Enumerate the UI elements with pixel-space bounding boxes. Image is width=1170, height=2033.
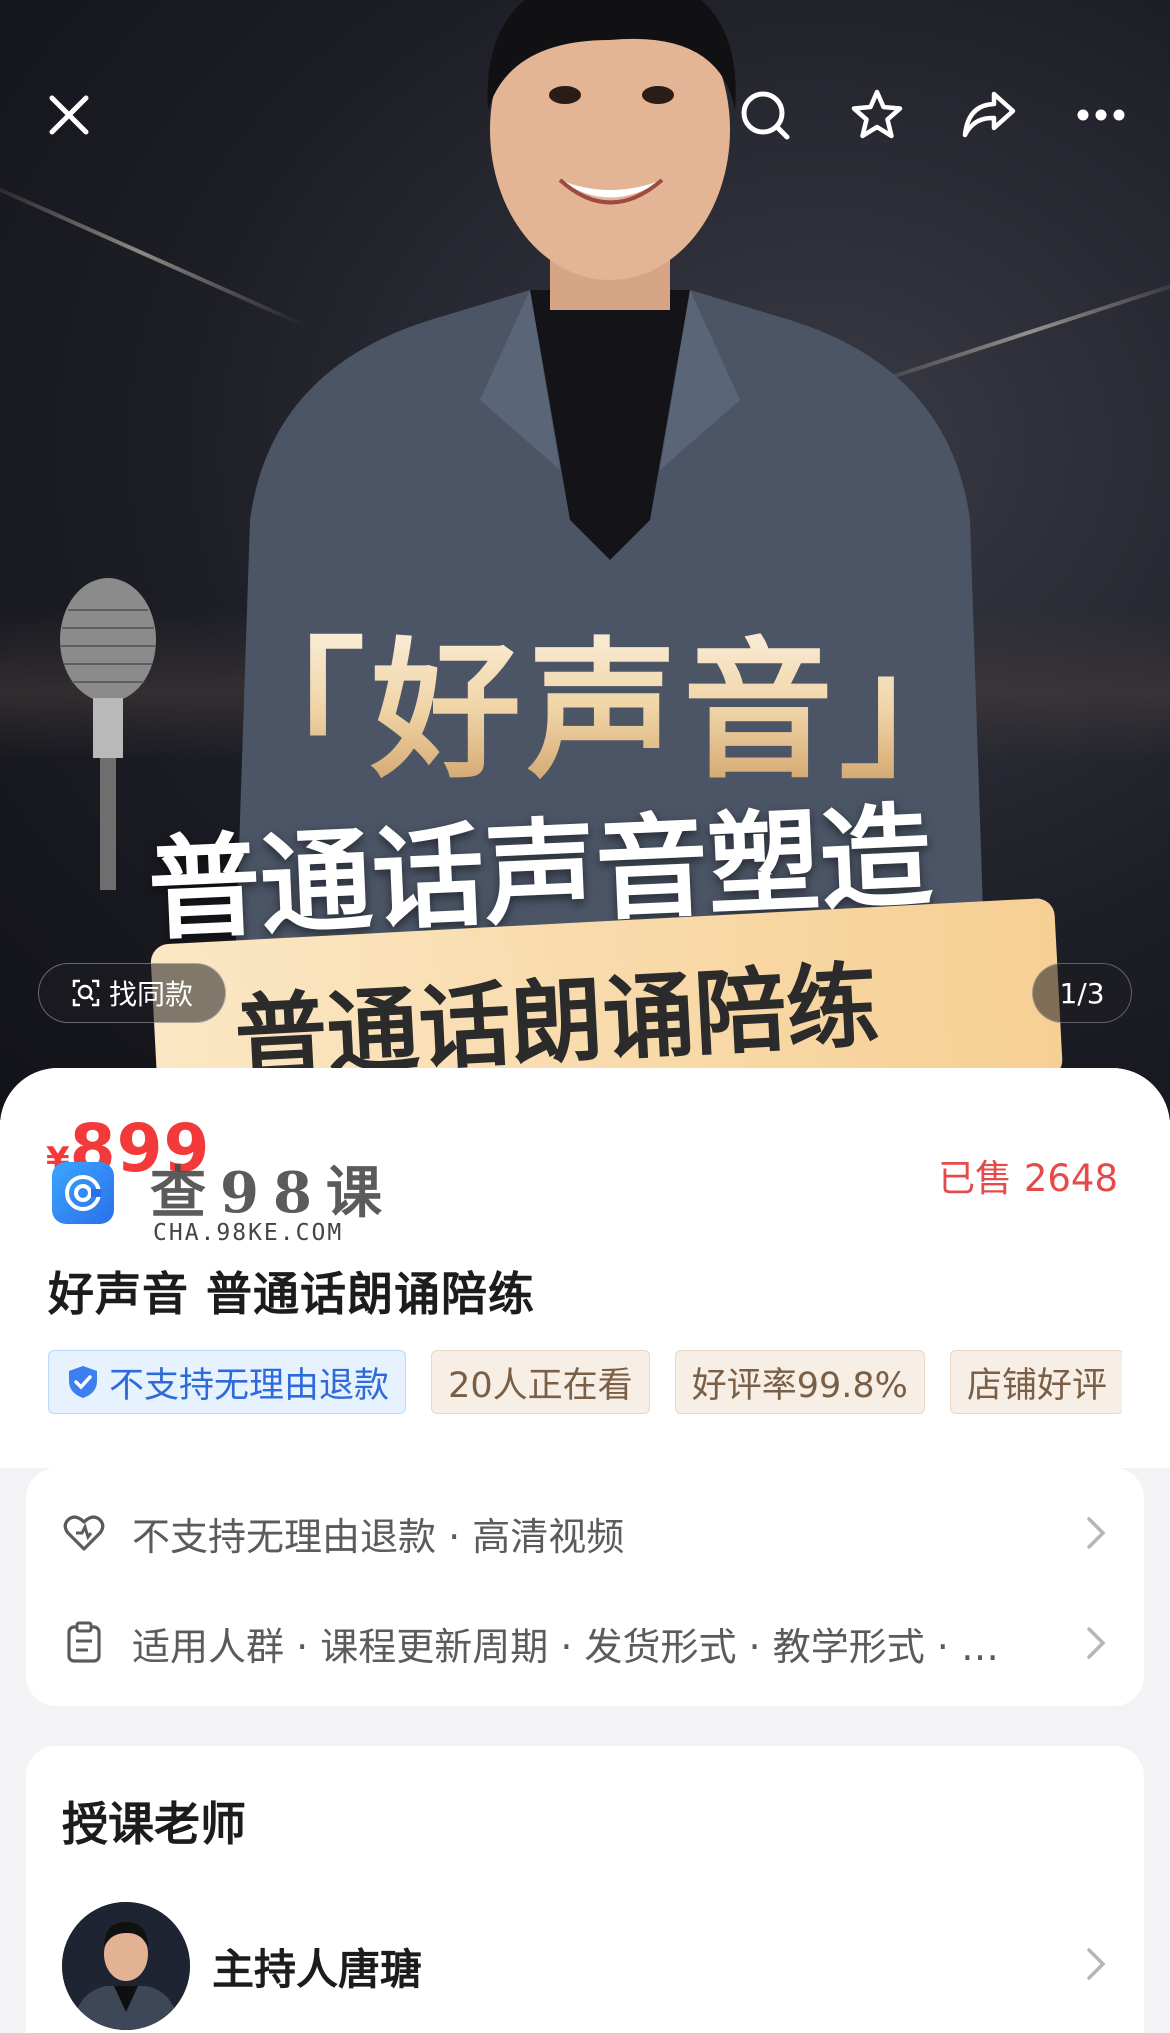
find-same-button[interactable]: 找同款	[38, 963, 226, 1023]
teacher-section-title: 授课老师	[62, 1797, 246, 1851]
close-icon[interactable]	[34, 80, 104, 150]
heart-shield-icon	[63, 1515, 105, 1551]
teacher-avatar[interactable]	[62, 1902, 190, 2030]
service-row[interactable]: 不支持无理由退款 · 高清视频	[26, 1483, 1144, 1583]
search-icon[interactable]	[730, 80, 800, 150]
watermark-logo	[52, 1162, 114, 1224]
tag-shop-rating[interactable]: 店铺好评	[950, 1350, 1122, 1414]
star-icon[interactable]	[842, 80, 912, 150]
service-info-card: 不支持无理由退款 · 高清视频 适用人群 · 课程更新周期 · 发货形式 · 教…	[26, 1468, 1144, 1706]
hero-image[interactable]: 「好声音」 普通话声音塑造 普通话朗诵陪练 找同款 1/3	[0, 0, 1170, 1120]
watermark-text: 查98课	[150, 1160, 396, 1226]
tag-rating[interactable]: 好评率99.8%	[674, 1350, 925, 1414]
teacher-name[interactable]: 主持人唐瑭	[212, 1936, 422, 1997]
params-row[interactable]: 适用人群 · 课程更新周期 · 发货形式 · 教学形式 · …	[26, 1593, 1144, 1693]
params-text: 适用人群 · 课程更新周期 · 发货形式 · 教学形式 · …	[132, 1624, 999, 1669]
more-icon[interactable]	[1066, 80, 1136, 150]
tag-label: 不支持无理由退款	[109, 1365, 390, 1406]
microphone-illustration	[60, 578, 156, 890]
chevron-right-icon	[1087, 1627, 1106, 1659]
chevron-right-icon[interactable]	[1084, 1946, 1108, 1982]
share-icon[interactable]	[954, 80, 1024, 150]
product-summary: ¥899 已售 2648 查98课 CHA.98KE.COM 好声音 普通话朗诵…	[0, 1068, 1170, 1468]
service-text: 不支持无理由退款 · 高清视频	[132, 1514, 625, 1559]
image-page-counter: 1/3	[1032, 963, 1132, 1023]
chevron-right-icon	[1087, 1517, 1106, 1549]
watermark: 查98课 CHA.98KE.COM	[50, 1154, 382, 1264]
watermark-url: CHA.98KE.COM	[153, 1220, 344, 1246]
find-same-label: 找同款	[108, 978, 193, 1011]
clipboard-icon	[67, 1621, 101, 1663]
top-toolbar	[0, 80, 1170, 150]
tag-no-refund[interactable]: 不支持无理由退款	[48, 1350, 407, 1414]
tag-row[interactable]: 不支持无理由退款 20人正在看 好评率99.8% 店铺好评	[48, 1350, 1122, 1418]
image-search-icon	[72, 979, 100, 1007]
teacher-card: 授课老师 主持人唐瑭	[26, 1746, 1144, 2033]
sold-count: 已售 2648	[938, 1157, 1118, 1200]
tag-viewers[interactable]: 20人正在看	[431, 1350, 650, 1414]
product-title: 好声音 普通话朗诵陪练	[48, 1267, 536, 1321]
shield-check-icon	[69, 1366, 97, 1398]
